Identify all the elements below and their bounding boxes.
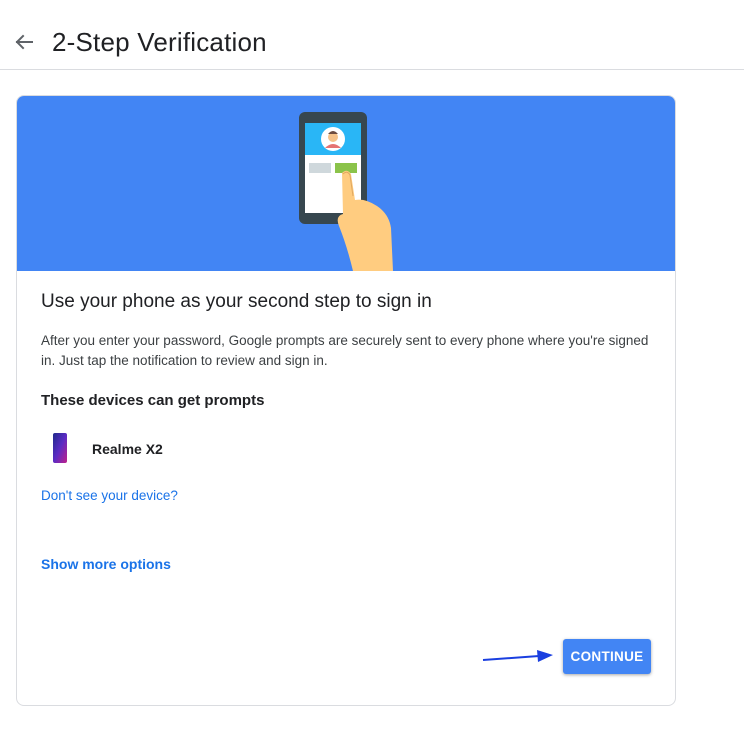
- smartphone-icon: [53, 433, 67, 463]
- hero-banner: [17, 96, 675, 271]
- card-description: After you enter your password, Google pr…: [41, 333, 649, 368]
- verification-card: Use your phone as your second step to si…: [16, 95, 676, 706]
- back-button[interactable]: [10, 28, 38, 56]
- page-title: 2-Step Verification: [52, 27, 267, 57]
- card-heading: Use your phone as your second step to si…: [41, 291, 432, 312]
- arrow-back-icon: [15, 34, 33, 50]
- phone-tap-illustration: [299, 112, 393, 271]
- continue-button[interactable]: CONTINUE: [563, 639, 651, 674]
- missing-device-link[interactable]: Don't see your device?: [41, 488, 178, 503]
- show-more-options-link[interactable]: Show more options: [41, 556, 171, 572]
- annotation-arrow-icon: [482, 650, 553, 662]
- device-name: Realme X2: [92, 441, 163, 457]
- top-bar: 2-Step Verification: [0, 0, 744, 70]
- device-item: Realme X2: [41, 433, 341, 465]
- devices-heading: These devices can get prompts: [41, 392, 265, 409]
